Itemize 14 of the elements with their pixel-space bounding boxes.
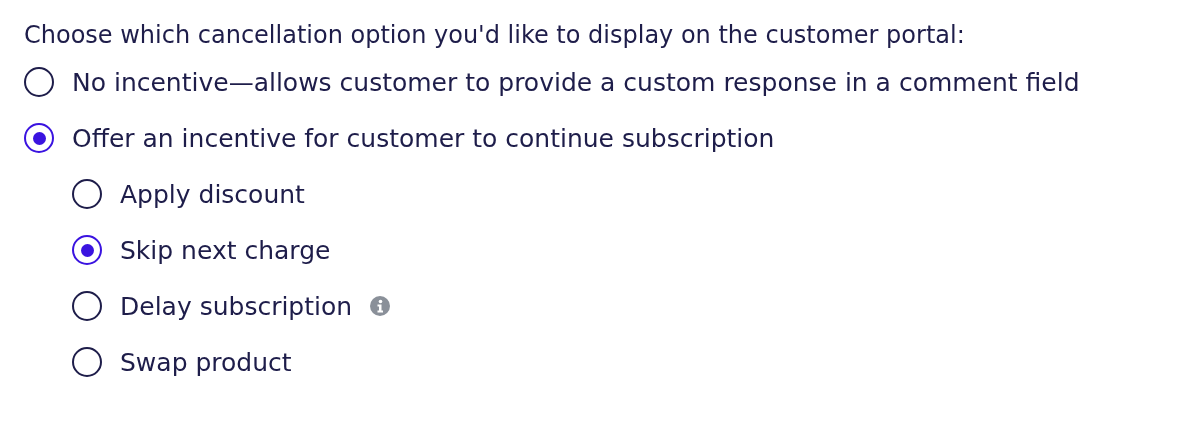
option-label[interactable]: No incentive—allows customer to provide a custom response in a comment field	[72, 67, 1080, 97]
radio-button[interactable]	[24, 123, 54, 153]
radio-button[interactable]	[72, 291, 102, 321]
option-label[interactable]: Offer an incentive for customer to continue subscription	[72, 123, 775, 153]
option-label[interactable]: Apply discount	[120, 179, 305, 209]
option-label[interactable]: Skip next charge	[120, 235, 331, 265]
option-label[interactable]: Swap product	[120, 347, 292, 377]
radio-button[interactable]	[24, 67, 54, 97]
radio-button[interactable]	[72, 179, 102, 209]
prompt-text: Choose which cancellation option you'd like to display on the customer portal:	[24, 20, 966, 51]
radio-button[interactable]	[72, 235, 102, 265]
option-label[interactable]: Delay subscription	[120, 291, 353, 321]
info-icon[interactable]	[370, 296, 391, 316]
radio-button[interactable]	[72, 347, 102, 377]
